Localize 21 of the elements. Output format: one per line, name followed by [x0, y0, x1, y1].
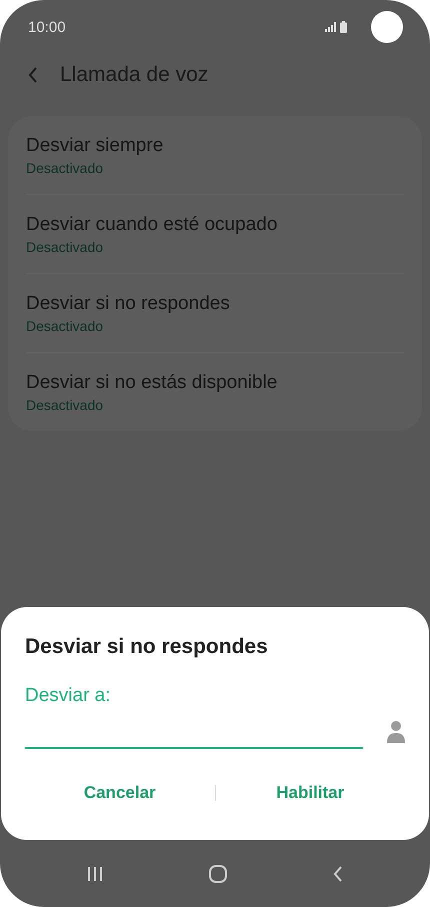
page-title: Llamada de voz	[60, 63, 208, 87]
setting-status: Desactivado	[26, 318, 104, 334]
setting-title[interactable]: Desviar siempre	[26, 134, 404, 156]
setting-title[interactable]: Desviar si no estás disponible	[26, 372, 404, 394]
camera-cutout	[371, 11, 403, 43]
dialog-title: Desviar si no respondes	[25, 635, 269, 659]
setting-status: Desactivado	[26, 396, 104, 412]
battery-icon	[340, 21, 347, 33]
enable-button[interactable]: Habilitar	[216, 777, 405, 809]
cancel-button[interactable]: Cancelar	[25, 777, 214, 809]
status-time: 10:00	[28, 18, 67, 36]
setting-status: Desactivado	[26, 238, 104, 254]
home-icon[interactable]	[209, 864, 227, 882]
contact-icon[interactable]	[387, 721, 405, 743]
back-icon[interactable]	[28, 67, 38, 83]
field-label: Desviar a:	[25, 685, 112, 707]
setting-title[interactable]: Desviar si no respondes	[26, 292, 404, 314]
setting-status: Desactivado	[26, 160, 104, 176]
recent-apps-icon[interactable]	[87, 866, 103, 882]
setting-title[interactable]: Desviar cuando esté ocupado	[26, 214, 404, 236]
signal-icon	[325, 22, 337, 32]
